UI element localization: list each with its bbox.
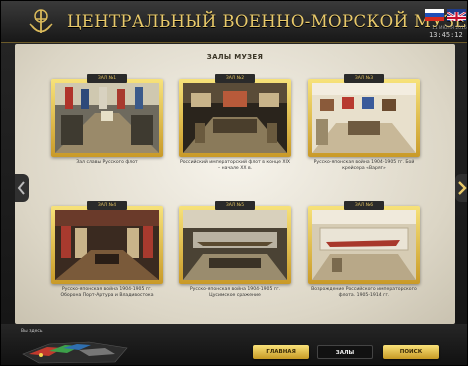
hall-frame bbox=[308, 206, 420, 284]
museum-minimap[interactable] bbox=[19, 334, 131, 365]
search-button[interactable]: ПОИСК bbox=[383, 345, 439, 359]
section-title: ЗАЛЫ МУЗЕЯ bbox=[206, 53, 264, 61]
hall-card-3[interactable]: ЗАЛ №3 Русско-японская война 1904-1905 г… bbox=[308, 74, 420, 192]
hall-photo-3 bbox=[312, 83, 416, 153]
hall-badge: ЗАЛ №6 bbox=[344, 201, 384, 210]
hall-photo-1 bbox=[55, 83, 159, 153]
hall-card-4[interactable]: ЗАЛ №4 Русско-японская война 1904-1905 г… bbox=[51, 201, 163, 319]
header-bar: ЦЕНТРАЛЬНЫЙ ВОЕННО-МОРСКОЙ МУЗЕЙ 11 ИЮНЯ… bbox=[1, 1, 468, 43]
chevron-left-icon bbox=[17, 181, 25, 195]
hall-card-6[interactable]: ЗАЛ №6 Возрождение Российского император… bbox=[308, 201, 420, 319]
halls-panel: ЗАЛЫ МУЗЕЯ ЗАЛ №1 Зал славы Русского фло… bbox=[15, 44, 455, 324]
hall-frame bbox=[51, 206, 163, 284]
hall-badge: ЗАЛ №3 bbox=[344, 74, 384, 83]
hall-caption: Зал славы Русского флот bbox=[76, 160, 138, 165]
hall-card-1[interactable]: ЗАЛ №1 Зал славы Русского флот bbox=[51, 74, 163, 192]
hall-photo-4 bbox=[55, 210, 159, 280]
hall-badge: ЗАЛ №5 bbox=[215, 201, 255, 210]
hall-frame bbox=[179, 206, 291, 284]
next-arrow-button[interactable] bbox=[455, 174, 467, 202]
clock: 13:45:12 bbox=[429, 31, 463, 39]
hall-badge: ЗАЛ №4 bbox=[87, 201, 127, 210]
hall-photo-2 bbox=[183, 83, 287, 153]
home-button[interactable]: ГЛАВНАЯ bbox=[253, 345, 309, 359]
chevron-right-icon bbox=[458, 181, 467, 195]
hall-caption: Русско-японская война 1904-1905 гг. Бой … bbox=[313, 160, 415, 172]
language-switcher bbox=[425, 9, 467, 21]
hall-badge: ЗАЛ №2 bbox=[215, 74, 255, 83]
hall-photo-6 bbox=[312, 210, 416, 280]
hall-caption: Русско-японская война 1904-1905 гг. Цуси… bbox=[189, 287, 281, 299]
hall-frame bbox=[51, 79, 163, 157]
naval-anchor-emblem-icon bbox=[29, 9, 53, 33]
hall-photo-5 bbox=[183, 210, 287, 280]
russian-flag-icon[interactable] bbox=[425, 9, 444, 21]
you-are-here-marker bbox=[39, 353, 43, 357]
hall-caption: Российский императорский флот в конце XI… bbox=[179, 160, 291, 172]
page-title: ЦЕНТРАЛЬНЫЙ ВОЕННО-МОРСКОЙ МУЗЕЙ bbox=[67, 12, 468, 31]
english-flag-icon[interactable] bbox=[447, 9, 466, 21]
hall-caption: Русско-японская война 1904-1905 гг. Обор… bbox=[60, 287, 154, 299]
hall-caption: Возрождение Российского императорского ф… bbox=[311, 287, 417, 299]
hall-frame bbox=[308, 79, 420, 157]
hall-card-2[interactable]: ЗАЛ №2 Российский императорский флот в к… bbox=[179, 74, 291, 192]
hall-card-5[interactable]: ЗАЛ №5 Русско-японская война 1904-1905 г… bbox=[179, 201, 291, 319]
hall-badge: ЗАЛ №1 bbox=[87, 74, 127, 83]
hall-frame bbox=[179, 79, 291, 157]
previous-arrow-button[interactable] bbox=[15, 174, 29, 202]
halls-button[interactable]: ЗАЛЫ bbox=[317, 345, 373, 359]
kiosk-screen: ЦЕНТРАЛЬНЫЙ ВОЕННО-МОРСКОЙ МУЗЕЙ 11 ИЮНЯ… bbox=[0, 0, 468, 366]
